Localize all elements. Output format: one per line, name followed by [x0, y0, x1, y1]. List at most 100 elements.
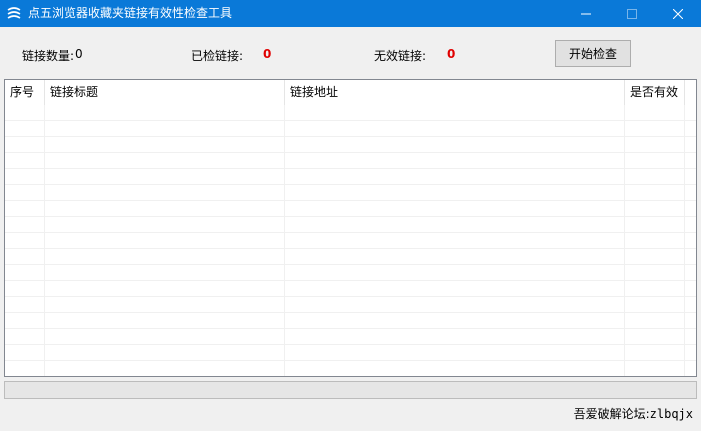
table-cell [5, 297, 45, 313]
table-row [5, 281, 696, 297]
table-header: 序号 链接标题 链接地址 是否有效 [5, 80, 696, 105]
close-button[interactable] [655, 0, 701, 27]
table-cell [625, 313, 685, 329]
link-count-label: 链接数量: [22, 49, 75, 63]
table-cell [45, 281, 285, 297]
table-row [5, 313, 696, 329]
table-row [5, 185, 696, 201]
table-cell [5, 105, 45, 121]
table-cell [285, 297, 625, 313]
table-cell [285, 281, 625, 297]
table-cell [5, 249, 45, 265]
table-cell [625, 361, 685, 376]
window-title: 点五浏览器收藏夹链接有效性检查工具 [28, 6, 233, 20]
table-cell [5, 185, 45, 201]
table-cell [5, 313, 45, 329]
table-cell [625, 185, 685, 201]
table-body [5, 105, 696, 376]
table-cell [45, 313, 285, 329]
column-header-valid[interactable]: 是否有效 [625, 80, 685, 105]
table-cell [5, 265, 45, 281]
links-table[interactable]: 序号 链接标题 链接地址 是否有效 [4, 79, 697, 377]
table-cell [5, 329, 45, 345]
app-logo-icon [6, 6, 22, 22]
table-row [5, 265, 696, 281]
table-cell [625, 217, 685, 233]
table-cell [625, 329, 685, 345]
table-cell [625, 153, 685, 169]
start-check-button[interactable]: 开始检查 [555, 40, 631, 67]
table-cell [5, 233, 45, 249]
footer-value: zlbqjx [649, 407, 693, 421]
table-cell [45, 153, 285, 169]
table-cell [5, 153, 45, 169]
table-cell [45, 233, 285, 249]
table-cell [285, 329, 625, 345]
table-row [5, 345, 696, 361]
table-cell [5, 201, 45, 217]
table-cell [625, 105, 685, 121]
table-cell [5, 121, 45, 137]
table-cell [285, 137, 625, 153]
maximize-button[interactable] [609, 0, 655, 27]
table-cell [285, 265, 625, 281]
minimize-button[interactable] [563, 0, 609, 27]
column-header-title[interactable]: 链接标题 [45, 80, 285, 105]
table-cell [5, 217, 45, 233]
minimize-icon [581, 13, 591, 14]
table-row [5, 169, 696, 185]
table-row [5, 105, 696, 121]
checked-links-label: 已检链接: [191, 49, 244, 63]
column-header-seq[interactable]: 序号 [5, 80, 45, 105]
table-row [5, 329, 696, 345]
table-cell [45, 185, 285, 201]
table-cell [5, 169, 45, 185]
table-row [5, 201, 696, 217]
close-icon [673, 8, 683, 19]
table-cell [45, 201, 285, 217]
table-row [5, 249, 696, 265]
table-cell [5, 137, 45, 153]
table-cell [285, 249, 625, 265]
table-cell [5, 361, 45, 376]
table-cell [45, 105, 285, 121]
table-cell [285, 105, 625, 121]
table-cell [625, 169, 685, 185]
title-bar: 点五浏览器收藏夹链接有效性检查工具 [0, 0, 701, 27]
table-cell [625, 201, 685, 217]
table-cell [285, 345, 625, 361]
table-cell [625, 137, 685, 153]
window-controls [563, 0, 701, 27]
table-cell [5, 345, 45, 361]
table-cell [285, 233, 625, 249]
table-cell [625, 233, 685, 249]
table-cell [285, 169, 625, 185]
link-count-value: 0 [75, 47, 83, 61]
footer-label: 吾爱破解论坛: [573, 407, 650, 421]
column-header-url[interactable]: 链接地址 [285, 80, 625, 105]
table-cell [625, 121, 685, 137]
table-cell [45, 345, 285, 361]
table-row [5, 233, 696, 249]
invalid-links-label: 无效链接: [374, 49, 427, 63]
table-cell [285, 217, 625, 233]
table-cell [45, 217, 285, 233]
table-row [5, 297, 696, 313]
table-cell [45, 249, 285, 265]
table-row [5, 217, 696, 233]
table-cell [5, 281, 45, 297]
table-cell [45, 169, 285, 185]
stats-bar: 链接数量: 0 已检链接: 0 无效链接: 0 开始检查 [0, 27, 701, 78]
table-cell [45, 297, 285, 313]
invalid-links-value: 0 [447, 47, 456, 61]
table-cell [285, 201, 625, 217]
table-cell [285, 361, 625, 376]
checked-links-value: 0 [263, 47, 272, 61]
table-cell [285, 121, 625, 137]
table-row [5, 137, 696, 153]
table-cell [625, 265, 685, 281]
table-cell [625, 345, 685, 361]
table-cell [625, 297, 685, 313]
table-cell [45, 265, 285, 281]
table-cell [285, 153, 625, 169]
